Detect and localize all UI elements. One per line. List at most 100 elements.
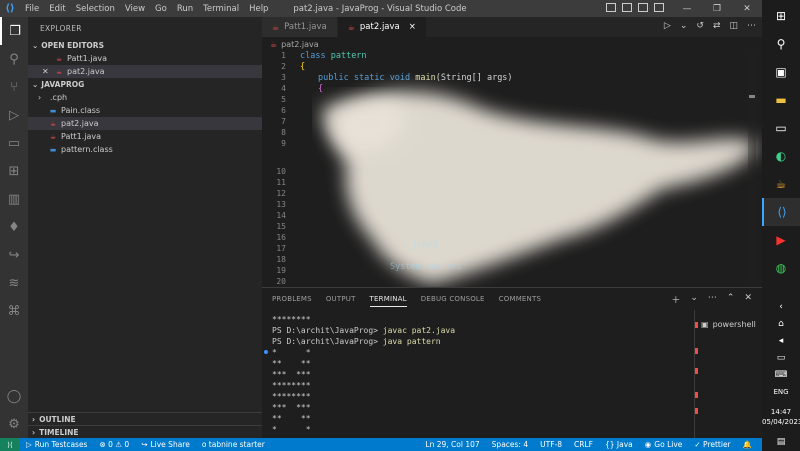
encoding[interactable]: UTF-8 — [534, 440, 568, 449]
notifications-icon[interactable]: 🔔 — [737, 440, 758, 449]
volume-icon[interactable]: ◂ — [762, 332, 800, 349]
remote-explorer-icon[interactable]: ▭ — [0, 129, 28, 157]
vscode-taskbar-icon[interactable]: ⟨⟩ — [762, 198, 800, 226]
file-tree-item[interactable]: ▬ Pain.class — [28, 104, 262, 117]
outline-section[interactable]: › OUTLINE — [28, 412, 262, 425]
file-explorer-icon[interactable]: ▬ — [762, 86, 800, 114]
compare-icon[interactable]: ⇄ — [713, 21, 721, 31]
clock-time[interactable]: 14:47 — [762, 407, 800, 417]
menu-help[interactable]: Help — [244, 4, 273, 14]
tab-output[interactable]: OUTPUT — [326, 295, 356, 303]
account-icon[interactable]: ◯ — [0, 382, 28, 410]
toggle-secondary-sidebar-icon[interactable] — [638, 3, 648, 12]
chevron-right-icon: › — [32, 414, 36, 424]
file-tree-item[interactable]: ☕ Patt1.java — [28, 130, 262, 143]
menu-file[interactable]: File — [20, 4, 44, 14]
tab-comments[interactable]: COMMENTS — [499, 295, 541, 303]
menu-go[interactable]: Go — [150, 4, 172, 14]
charts-icon[interactable]: ▥ — [0, 185, 28, 213]
open-editors-section[interactable]: ⌄ OPEN EDITORS — [28, 39, 262, 52]
toggle-panel-icon[interactable] — [622, 3, 632, 12]
minimize-icon[interactable]: — — [672, 0, 702, 17]
file-tree-item[interactable]: ▬ pattern.class — [28, 143, 262, 156]
restore-icon[interactable]: ❐ — [702, 0, 732, 17]
code-line: { — [300, 62, 305, 72]
menu-view[interactable]: View — [120, 4, 150, 14]
search-icon[interactable]: ⚲ — [0, 45, 28, 73]
menu-terminal[interactable]: Terminal — [198, 4, 244, 14]
windows-taskbar: ⊞ ⚲ ▣ ▬ ▭ ◐ ☕ ⟨⟩ ▶ ◍ ‹ ⌂ ◂ ▭ ⌨ ENG 14:47… — [762, 0, 800, 451]
new-terminal-icon[interactable]: ＋ — [671, 293, 680, 306]
close-panel-icon[interactable]: ✕ — [744, 293, 752, 306]
terminal-app-icon[interactable]: ▭ — [762, 114, 800, 142]
docker-icon[interactable]: ≋ — [0, 269, 28, 297]
code-editor[interactable]: 1 2 3 4 5 6 7 8 9 10 11 12 13 14 15 16 17 18 19 20 class pa… — [262, 51, 762, 287]
clock-date[interactable]: 05/04/2023 — [762, 417, 800, 427]
customize-layout-icon[interactable] — [654, 3, 664, 12]
remote-indicator-icon[interactable]: ⟩⟨ — [0, 438, 20, 451]
manage-gear-icon[interactable]: ⚙ — [0, 410, 28, 438]
notification-center-icon[interactable]: ▤ — [762, 433, 800, 450]
mongodb-leaf-icon[interactable]: ♦ — [0, 213, 28, 241]
extensions-icon[interactable]: ⊞ — [0, 157, 28, 185]
input-language[interactable]: ENG — [762, 387, 800, 397]
tab-patt1[interactable]: ☕ Patt1.java — [262, 17, 338, 37]
command-decoration-icon[interactable] — [264, 350, 268, 354]
tabnine-indicator[interactable]: o tabnine starter — [196, 440, 271, 449]
terminal-output[interactable]: ******** PS D:\archit\JavaProg> javac pa… — [272, 314, 692, 451]
prettier-indicator[interactable]: ✓ Prettier — [688, 440, 736, 449]
history-icon[interactable]: ↺ — [696, 21, 704, 31]
more-actions-icon[interactable]: ⋯ — [708, 293, 717, 306]
menu-run[interactable]: Run — [172, 4, 198, 14]
java-app-icon[interactable]: ☕ — [762, 170, 800, 198]
terminal-instance-powershell[interactable]: ▣ powershell — [695, 318, 762, 330]
battery-icon[interactable]: ▭ — [762, 349, 800, 366]
menu-selection[interactable]: Selection — [71, 4, 120, 14]
keyboard-icon[interactable]: ⌨ — [762, 366, 800, 383]
close-icon[interactable]: ✕ — [42, 67, 52, 76]
breadcrumb[interactable]: ☕ pat2.java — [262, 37, 762, 51]
live-share-icon[interactable]: ↪ — [0, 241, 28, 269]
explorer-icon[interactable]: ❐ — [0, 17, 28, 45]
close-window-icon[interactable]: ✕ — [732, 0, 762, 17]
folder-section[interactable]: ⌄ JAVAPROG — [28, 78, 262, 91]
menu-edit[interactable]: Edit — [44, 4, 70, 14]
search-icon[interactable]: ⚲ — [762, 30, 800, 58]
tab-close-icon[interactable]: × — [409, 22, 416, 32]
go-live-button[interactable]: ◉ Go Live — [639, 440, 689, 449]
toggle-sidebar-icon[interactable] — [606, 3, 616, 12]
edge-browser-icon[interactable]: ◐ — [762, 142, 800, 170]
run-icon[interactable]: ▷ — [664, 21, 671, 31]
overview-ruler[interactable] — [748, 53, 756, 283]
more-actions-icon[interactable]: ⋯ — [747, 21, 756, 31]
task-view-icon[interactable]: ▣ — [762, 58, 800, 86]
language-mode[interactable]: {} Java — [599, 440, 639, 449]
indentation[interactable]: Spaces: 4 — [486, 440, 534, 449]
show-hidden-icons-icon[interactable]: ‹ — [762, 298, 800, 315]
split-editor-icon[interactable]: ◫ — [729, 21, 738, 31]
end-of-line[interactable]: CRLF — [568, 440, 599, 449]
file-tree-item[interactable]: › .cph — [28, 91, 262, 104]
windows-start-icon[interactable]: ⊞ — [762, 2, 800, 30]
file-tree-item[interactable]: ☕ pat2.java — [28, 117, 262, 130]
tab-pat2[interactable]: ☕ pat2.java × — [337, 17, 427, 37]
open-editor-item[interactable]: ✕ ☕ pat2.java — [28, 65, 262, 78]
timeline-section[interactable]: › TIMELINE — [28, 425, 262, 438]
problems-indicator[interactable]: ⊗ 0 ⚠ 0 — [93, 440, 135, 449]
competitive-helper-icon[interactable]: ⌘ — [0, 297, 28, 325]
cursor-position[interactable]: Ln 29, Col 107 — [419, 440, 485, 449]
source-control-icon[interactable]: ⑂ — [0, 73, 28, 101]
live-share-button[interactable]: ↪ Live Share — [135, 440, 196, 449]
tab-terminal[interactable]: TERMINAL — [369, 292, 407, 307]
tab-problems[interactable]: PROBLEMS — [272, 295, 312, 303]
youtube-icon[interactable]: ▶ — [762, 226, 800, 254]
network-icon[interactable]: ⌂ — [762, 315, 800, 332]
run-testcases-button[interactable]: ▷ Run Testcases — [20, 440, 93, 449]
maximize-panel-icon[interactable]: ⌃ — [727, 293, 735, 306]
whatsapp-icon[interactable]: ◍ — [762, 254, 800, 282]
run-debug-icon[interactable]: ▷ — [0, 101, 28, 129]
tab-debug-console[interactable]: DEBUG CONSOLE — [421, 295, 485, 303]
open-editor-item[interactable]: ☕ Patt1.java — [28, 52, 262, 65]
chevron-down-icon[interactable]: ⌄ — [690, 293, 698, 306]
chevron-down-icon[interactable]: ⌄ — [680, 21, 688, 31]
